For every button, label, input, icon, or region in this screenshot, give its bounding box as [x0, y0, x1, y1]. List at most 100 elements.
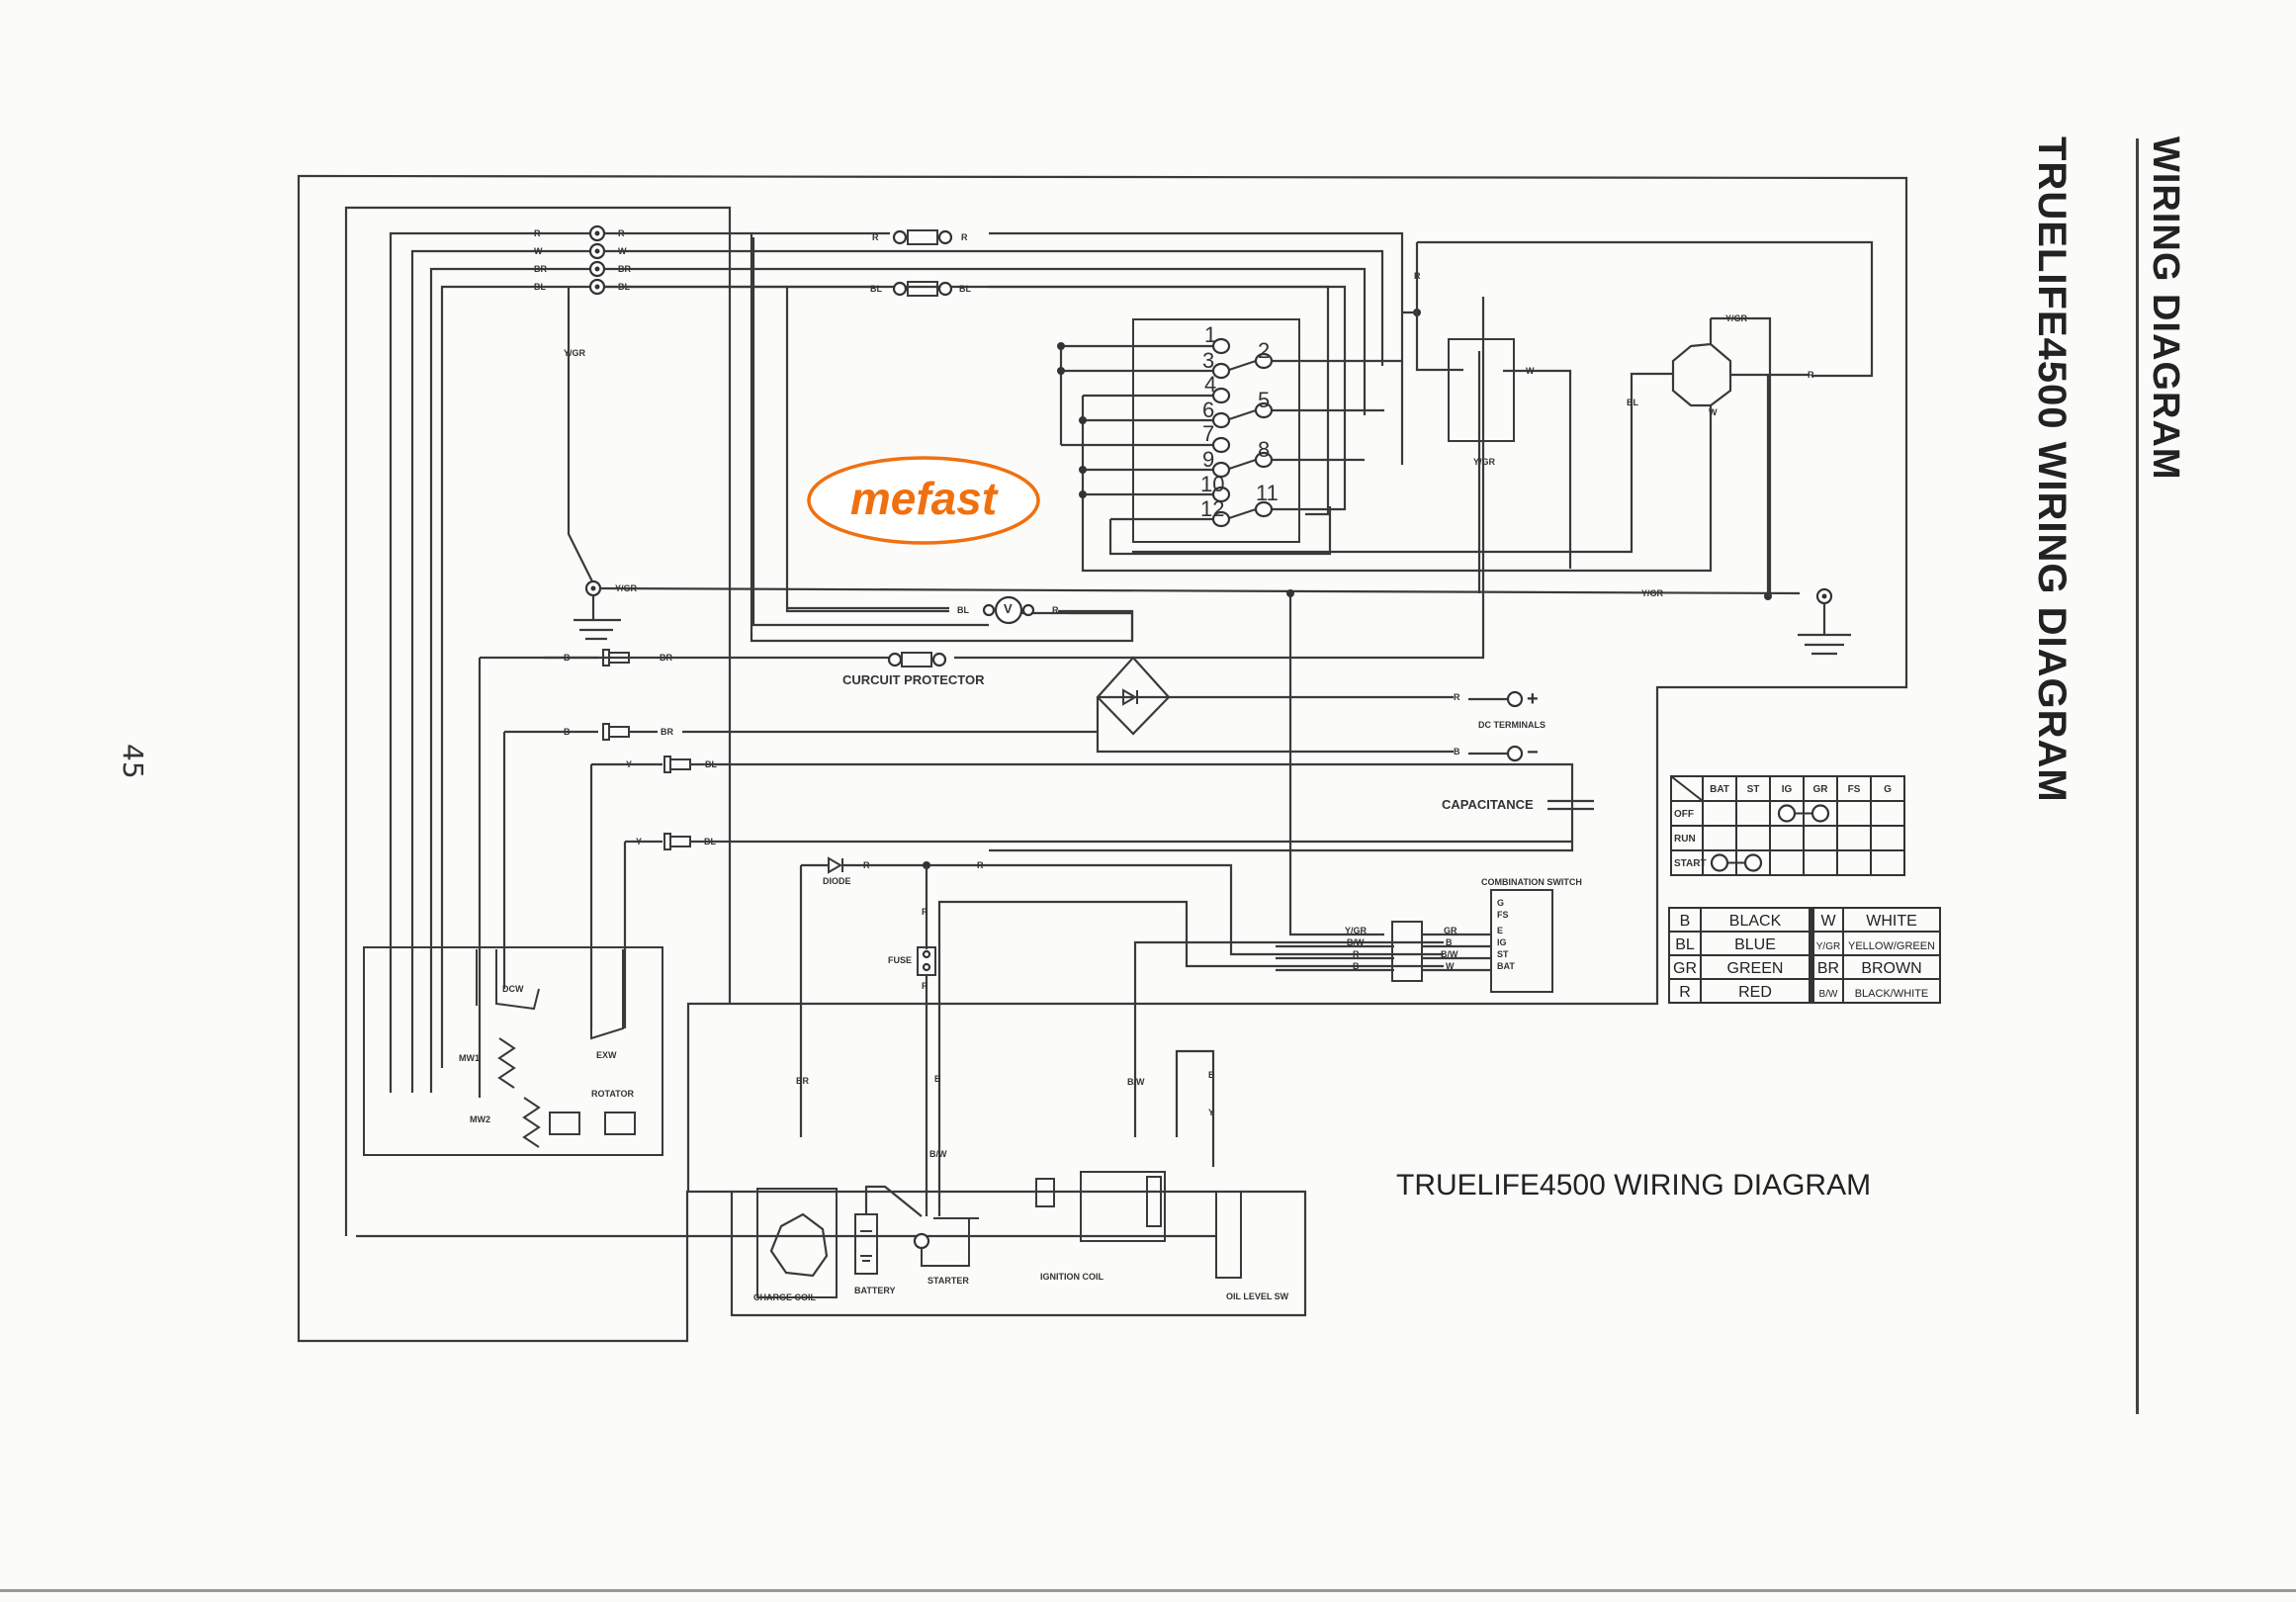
- wiring-diagram: R W BR BL R W BR BL R R BL BL Y/GR Y/GR …: [297, 174, 1941, 1343]
- svg-text:FUSE: FUSE: [888, 955, 912, 965]
- legend-color-name: RED: [1738, 984, 1772, 1001]
- svg-text:MW2: MW2: [470, 1114, 490, 1124]
- legend-color-name: BLUE: [1734, 936, 1776, 953]
- legend-code: BL: [1675, 936, 1695, 953]
- connection-dot: [1710, 853, 1729, 872]
- svg-text:Y: Y: [626, 759, 632, 769]
- svg-text:IGNITION COIL: IGNITION COIL: [1040, 1272, 1104, 1282]
- svg-text:B/W: B/W: [929, 1149, 947, 1159]
- svg-text:2: 2: [1258, 338, 1270, 363]
- svg-text:mefast: mefast: [850, 473, 999, 524]
- legend-color-name: YELLOW/GREEN: [1848, 940, 1935, 952]
- svg-text:−: −: [1527, 742, 1539, 763]
- wire-label: R: [534, 228, 541, 238]
- svg-text:9: 9: [1202, 447, 1214, 472]
- outlet-terminal-7: [1211, 436, 1231, 454]
- svg-text:R: R: [922, 981, 928, 991]
- svg-text:FS: FS: [1497, 910, 1509, 920]
- generator-harness: [344, 206, 1216, 1238]
- svg-text:B: B: [1446, 937, 1453, 947]
- mefast-logo: mefast: [807, 456, 1040, 545]
- svg-text:Y/GR: Y/GR: [1345, 926, 1368, 935]
- svg-text:W: W: [1709, 407, 1718, 417]
- svg-text:R: R: [863, 860, 870, 870]
- table-column-header: GR: [1813, 784, 1829, 795]
- svg-text:DCW: DCW: [502, 984, 524, 994]
- bridge-rectifier: R + DC TERMINALS B −: [1096, 656, 1545, 763]
- circuit-breaker-bl: BL BL: [870, 281, 971, 297]
- svg-text:Y: Y: [1208, 1108, 1214, 1117]
- legend-code: GR: [1673, 960, 1697, 977]
- svg-text:BR: BR: [661, 727, 673, 737]
- svg-text:B: B: [1353, 961, 1360, 971]
- receptacle-duplex: R W Y/GR: [1402, 240, 1874, 593]
- svg-text:B: B: [1208, 1070, 1215, 1080]
- svg-text:BL: BL: [1627, 398, 1638, 407]
- svg-text:R: R: [977, 860, 984, 870]
- svg-text:DC TERMINALS: DC TERMINALS: [1478, 720, 1545, 730]
- svg-text:B: B: [934, 1074, 941, 1084]
- legend-color-name: BROWN: [1861, 960, 1921, 977]
- svg-text:IG: IG: [1497, 937, 1507, 947]
- wire-label: W: [534, 246, 543, 256]
- svg-text:B/W: B/W: [1127, 1077, 1145, 1087]
- table-column-header: G: [1884, 784, 1892, 795]
- legend-code: B: [1680, 913, 1691, 930]
- svg-text:+: +: [1527, 688, 1539, 710]
- svg-text:BR: BR: [660, 653, 672, 663]
- svg-text:BL: BL: [957, 605, 969, 615]
- legend-code: W: [1820, 913, 1836, 930]
- table-column-header: FS: [1848, 784, 1861, 795]
- svg-text:EXW: EXW: [596, 1050, 617, 1060]
- legend-color-name: BLACK/WHITE: [1855, 988, 1929, 1000]
- ground-connection-left: Y/GR Y/GR Y/GR: [564, 287, 1801, 641]
- table-column-header: ST: [1747, 784, 1760, 795]
- diagram-frame: [297, 174, 1908, 1343]
- switch-position-table: BAT ST IG GR FS G OFF RUN START: [1670, 775, 1905, 876]
- svg-text:BATTERY: BATTERY: [854, 1286, 896, 1295]
- svg-text:E: E: [1497, 926, 1503, 935]
- svg-text:Y/GR: Y/GR: [564, 348, 586, 358]
- svg-text:MW1: MW1: [459, 1053, 480, 1063]
- connector-bank: B BR B BR Y BL Y BL: [478, 649, 1574, 1098]
- table-row-label: OFF: [1674, 809, 1694, 820]
- legend-code: Y/GR: [1816, 941, 1840, 952]
- connection-dot: [1810, 804, 1830, 823]
- legend-color-name: GREEN: [1727, 960, 1784, 977]
- svg-text:BL: BL: [870, 284, 882, 294]
- diagram-title: TRUELIFE4500 WIRING DIAGRAM: [1396, 1169, 1871, 1202]
- svg-text:BL: BL: [959, 284, 971, 294]
- outlet-terminal-6: [1211, 411, 1231, 429]
- svg-text:GR: GR: [1444, 926, 1457, 935]
- connection-dot: [1777, 804, 1797, 823]
- legend-color-name: WHITE: [1866, 913, 1917, 930]
- svg-text:R: R: [922, 907, 928, 917]
- svg-text:10: 10: [1200, 472, 1224, 496]
- diode-fuse-section: DIODE R R FUSE R R BR B B/W B Y: [796, 856, 1444, 1216]
- legend-code: BR: [1817, 960, 1839, 977]
- svg-text:BL: BL: [705, 759, 717, 769]
- main-wires: [605, 231, 1404, 643]
- svg-text:3: 3: [1202, 348, 1214, 373]
- svg-text:ROTATOR: ROTATOR: [591, 1089, 634, 1099]
- svg-text:G: G: [1497, 898, 1504, 908]
- svg-text:R: R: [1808, 370, 1814, 380]
- table-row-label: RUN: [1674, 834, 1696, 845]
- table-column-header: BAT: [1710, 784, 1729, 795]
- svg-text:R: R: [1052, 605, 1059, 615]
- svg-text:BAT: BAT: [1497, 961, 1515, 971]
- svg-text:4: 4: [1204, 372, 1216, 397]
- svg-text:W: W: [1446, 961, 1455, 971]
- svg-text:DIODE: DIODE: [823, 876, 851, 886]
- svg-text:R: R: [1414, 271, 1421, 281]
- legend-code: B/W: [1819, 989, 1838, 1000]
- svg-text:Y: Y: [636, 837, 642, 846]
- ground-connection-right: [1764, 376, 1851, 656]
- svg-text:B/W: B/W: [1347, 937, 1365, 947]
- svg-text:R: R: [872, 232, 879, 242]
- svg-text:V: V: [1004, 601, 1013, 616]
- svg-text:B/W: B/W: [1441, 949, 1458, 959]
- svg-text:BR: BR: [796, 1076, 809, 1086]
- svg-text:W: W: [1526, 366, 1535, 376]
- svg-text:B: B: [564, 727, 571, 737]
